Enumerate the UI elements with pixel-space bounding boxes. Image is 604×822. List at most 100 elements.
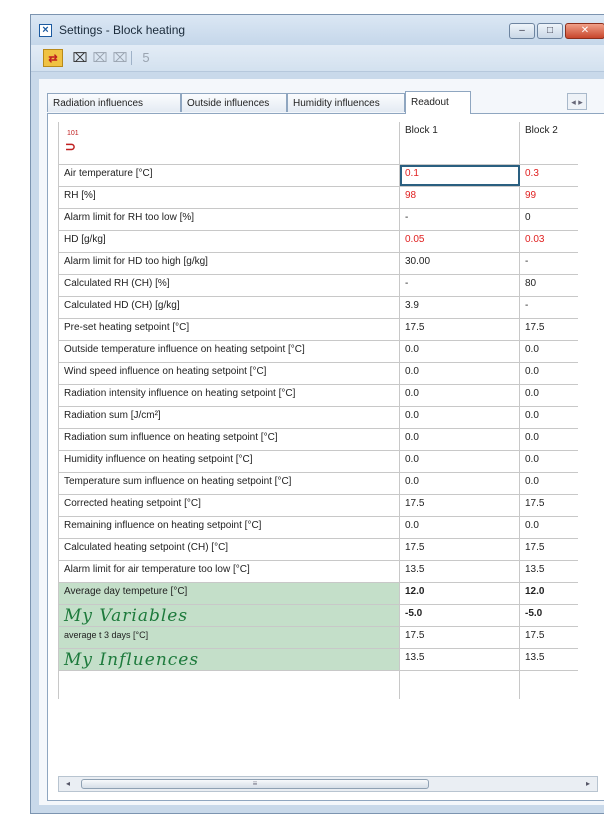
my-variables-label: My Variables [58, 605, 400, 626]
tool-four-icon[interactable]: 5 [137, 49, 155, 67]
cell-block-1[interactable]: 0.0 [400, 429, 520, 450]
cell-block-1[interactable]: 0.0 [400, 407, 520, 428]
empty-label [58, 671, 400, 699]
cell-block-2[interactable]: -5.0 [520, 605, 600, 626]
x-box-icon: × [39, 24, 52, 37]
cell-block-1[interactable]: 0.0 [400, 341, 520, 362]
cell-block-1[interactable]: 17.5 [400, 539, 520, 560]
cell-block-2[interactable]: 13.5 [520, 649, 600, 670]
save-icon[interactable]: ⇄ [43, 49, 63, 67]
header-icon-number: 101 [67, 130, 79, 137]
cell-block-2[interactable]: 0.0 [520, 473, 600, 494]
row-label: Air temperature [°C] [58, 165, 400, 186]
tool-two-icon[interactable]: ⌧ [91, 49, 109, 67]
cell-block-1[interactable]: 98 [400, 187, 520, 208]
table-row: Average day tempeture [°C] 12.0 12.0 [58, 583, 578, 605]
table-row: Outside temperature influence on heating… [58, 341, 578, 363]
cell-block-1[interactable]: 0.05 [400, 231, 520, 252]
tool-one-icon[interactable]: ⌧ [71, 49, 89, 67]
cell-block-1[interactable]: 30.00 [400, 253, 520, 274]
cell-block-2[interactable]: - [520, 253, 600, 274]
row-label: Radiation sum influence on heating setpo… [58, 429, 400, 450]
table-row: Calculated HD (CH) [g/kg] 3.9 - [58, 297, 578, 319]
cell-block-1[interactable]: 17.5 [400, 627, 520, 648]
toolbar: ⇄ ⌧ ⌧ ⌧ 5 [31, 45, 604, 72]
tool-three-icon[interactable]: ⌧ [111, 49, 129, 67]
cell-block-1[interactable]: 0.0 [400, 517, 520, 538]
cell-block-2[interactable]: 17.5 [520, 495, 600, 516]
minimize-button[interactable]: – [509, 23, 535, 39]
table-row: Corrected heating setpoint [°C] 17.5 17.… [58, 495, 578, 517]
row-label: RH [%] [58, 187, 400, 208]
cell-block-2[interactable]: 17.5 [520, 627, 600, 648]
cell-block-2[interactable]: 0 [520, 209, 600, 230]
cell-block-1[interactable]: 17.5 [400, 319, 520, 340]
scroll-thumb[interactable]: ≡ [81, 779, 429, 789]
horizontal-scrollbar[interactable]: ◂ ≡ ▸ [58, 776, 598, 792]
cell-block-1[interactable]: 13.5 [400, 649, 520, 670]
cell-block-1[interactable]: - [400, 209, 520, 230]
cell-block-1[interactable]: 0.0 [400, 385, 520, 406]
cell-block-1[interactable]: 0.0 [400, 363, 520, 384]
cell-block-2[interactable]: 0.0 [520, 363, 600, 384]
cell-block-2[interactable]: - [520, 297, 600, 318]
table-header-row: 101 ⊃ Block 1 Block 2 [58, 122, 578, 165]
cell-block-2[interactable]: 17.5 [520, 539, 600, 560]
row-label: HD [g/kg] [58, 231, 400, 252]
tab-outside-influences[interactable]: Outside influences [181, 93, 287, 112]
empty-block-1 [400, 671, 520, 699]
title-bar[interactable]: × Settings - Block heating – □ ✕ [31, 15, 604, 45]
cell-block-1[interactable]: 0.0 [400, 451, 520, 472]
cell-block-2[interactable]: 17.5 [520, 319, 600, 340]
table-row: Calculated RH (CH) [%] - 80 [58, 275, 578, 297]
cell-block-2[interactable]: 12.0 [520, 583, 600, 604]
cell-block-1[interactable]: - [400, 275, 520, 296]
column-header-block-2: Block 2 [525, 125, 558, 136]
row-label-custom: average t 3 days [°C] [58, 627, 400, 648]
table-row: Alarm limit for HD too high [g/kg] 30.00… [58, 253, 578, 275]
tab-humidity-influences[interactable]: Humidity influences [287, 93, 405, 112]
tab-scroll-buttons[interactable]: ◂ ▸ [567, 93, 587, 110]
cell-block-1[interactable]: 0.0 [400, 473, 520, 494]
maximize-button[interactable]: □ [537, 23, 563, 39]
cell-block-2[interactable]: 0.0 [520, 385, 600, 406]
table-row: Alarm limit for air temperature too low … [58, 561, 578, 583]
table-empty-row [58, 671, 578, 699]
tab-readout[interactable]: Readout [405, 91, 471, 114]
cell-block-2[interactable]: 0.3 [520, 165, 600, 186]
cell-block-1[interactable]: 3.9 [400, 297, 520, 318]
table-row: Humidity influence on heating setpoint [… [58, 451, 578, 473]
close-button[interactable]: ✕ [565, 23, 604, 39]
cell-block-2[interactable]: 80 [520, 275, 600, 296]
readout-panel: 101 ⊃ Block 1 Block 2 Air temperature [°… [47, 113, 604, 801]
cell-block-2[interactable]: 0.0 [520, 451, 600, 472]
window-title: Settings - Block heating [59, 23, 186, 37]
row-label: Alarm limit for HD too high [g/kg] [58, 253, 400, 274]
tab-strip: Radiation influences Outside influences … [47, 91, 604, 114]
row-label: Alarm limit for RH too low [%] [58, 209, 400, 230]
cell-block-1[interactable]: 13.5 [400, 561, 520, 582]
row-label: Outside temperature influence on heating… [58, 341, 400, 362]
table-row: RH [%] 98 99 [58, 187, 578, 209]
cell-block-2[interactable]: 0.0 [520, 407, 600, 428]
cell-block-2[interactable]: 0.0 [520, 517, 600, 538]
row-label: Calculated HD (CH) [g/kg] [58, 297, 400, 318]
cell-block-2[interactable]: 0.03 [520, 231, 600, 252]
table-row: Alarm limit for RH too low [%] - 0 [58, 209, 578, 231]
cell-block-2[interactable]: 0.0 [520, 429, 600, 450]
table-row: HD [g/kg] 0.05 0.03 [58, 231, 578, 253]
scroll-right-icon[interactable]: ▸ [581, 777, 595, 791]
cell-block-2[interactable]: 13.5 [520, 561, 600, 582]
tab-radiation-influences[interactable]: Radiation influences [47, 93, 181, 112]
cell-block-1[interactable]: 17.5 [400, 495, 520, 516]
cell-block-2[interactable]: 0.0 [520, 341, 600, 362]
cell-block-1[interactable]: -5.0 [400, 605, 520, 626]
table-row: My Variables -5.0 -5.0 [58, 605, 578, 627]
table-row: Wind speed influence on heating setpoint… [58, 363, 578, 385]
header-corner: 101 ⊃ [58, 122, 400, 164]
cell-block-1[interactable]: 0.1 [400, 165, 520, 186]
table-row: average t 3 days [°C] 17.5 17.5 [58, 627, 578, 649]
cell-block-1[interactable]: 12.0 [400, 583, 520, 604]
scroll-left-icon[interactable]: ◂ [61, 777, 75, 791]
cell-block-2[interactable]: 99 [520, 187, 600, 208]
